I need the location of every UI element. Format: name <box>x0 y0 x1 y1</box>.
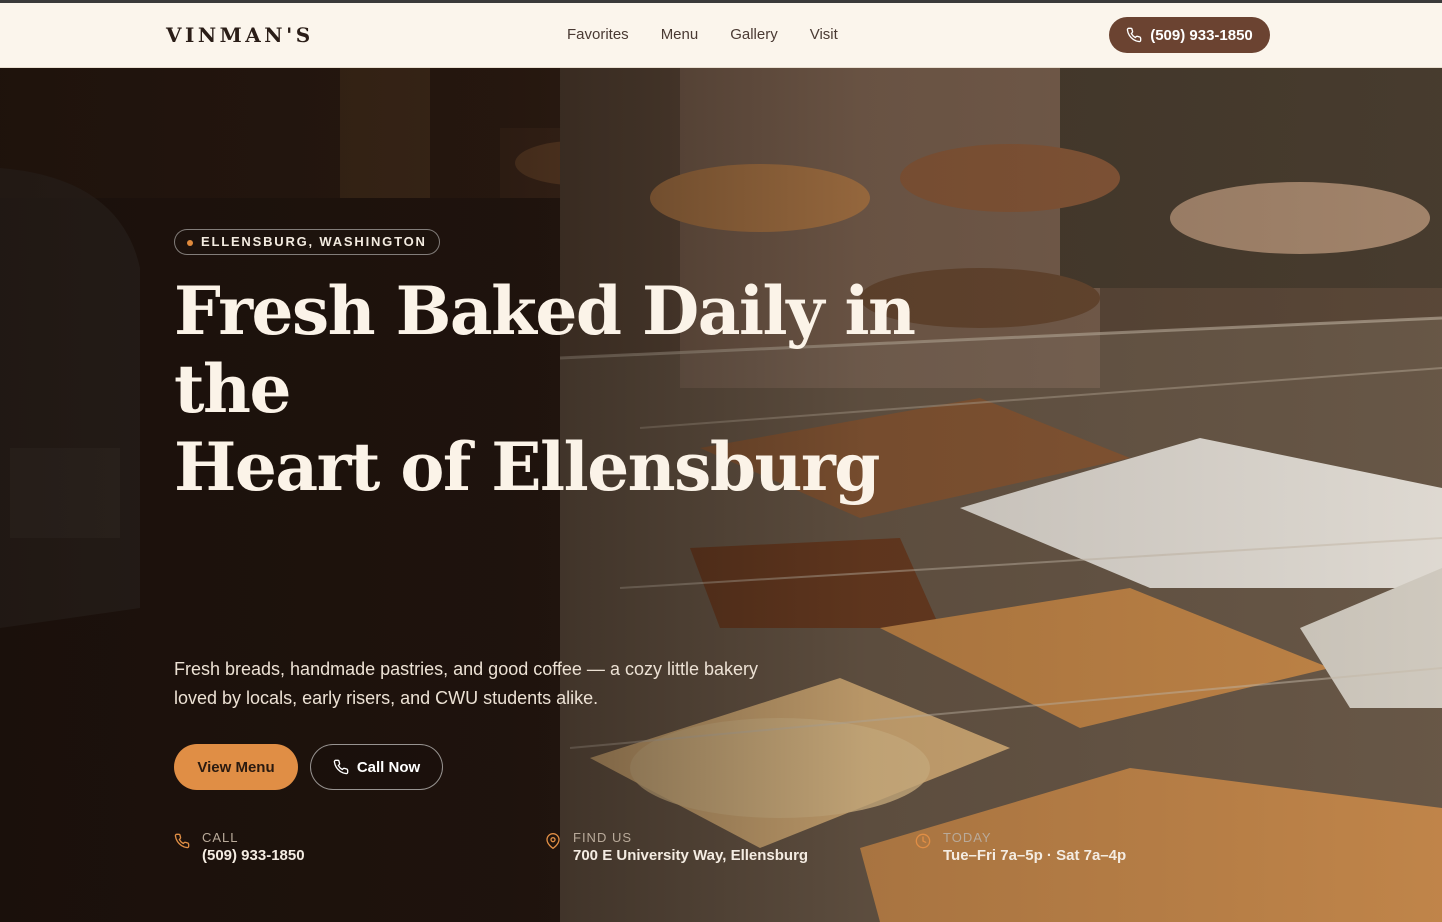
badge-dot <box>187 240 193 246</box>
nav-gallery[interactable]: Gallery <box>730 26 778 43</box>
nav-menu[interactable]: Menu <box>661 26 699 43</box>
info-today-value: Tue–Fri 7a–5p · Sat 7a–4p <box>943 847 1127 864</box>
hero-headline: Fresh Baked Daily in the Heart of Ellens… <box>174 272 974 506</box>
location-badge-text: ELLENSBURG, WASHINGTON <box>201 234 427 249</box>
main-nav: Favorites Menu Gallery Visit <box>567 26 838 43</box>
info-today-label: TODAY <box>943 830 992 845</box>
phone-icon <box>1126 27 1142 43</box>
info-find-value: 700 E University Way, Ellensburg <box>573 847 809 864</box>
site-header: VINMAN'S Favorites Menu Gallery Visit (5… <box>0 3 1442 68</box>
location-badge: ELLENSBURG, WASHINGTON <box>174 229 440 255</box>
info-call-label: CALL <box>202 830 239 845</box>
view-menu-button[interactable]: View Menu <box>174 744 298 790</box>
info-call[interactable]: CALL (509) 933-1850 <box>174 830 305 864</box>
info-today: TODAY Tue–Fri 7a–5p · Sat 7a–4p <box>915 830 1126 864</box>
nav-visit[interactable]: Visit <box>810 26 838 43</box>
phone-icon <box>333 759 349 775</box>
header-call-button[interactable]: (509) 933-1850 <box>1109 17 1270 53</box>
info-call-value: (509) 933-1850 <box>202 847 305 864</box>
brand-logo[interactable]: VINMAN'S <box>166 23 314 47</box>
headline-line-2: Heart of Ellensburg <box>174 428 880 506</box>
headline-line-1: Fresh Baked Daily in the <box>174 272 916 428</box>
nav-favorites[interactable]: Favorites <box>567 26 629 43</box>
call-now-button[interactable]: Call Now <box>310 744 443 790</box>
header-phone-label: (509) 933-1850 <box>1150 26 1253 44</box>
map-pin-icon <box>546 833 560 849</box>
phone-icon <box>174 833 190 849</box>
info-find-us[interactable]: FIND US 700 E University Way, Ellensburg <box>545 830 808 864</box>
call-now-label: Call Now <box>356 758 421 776</box>
hero-subtitle: Fresh breads, handmade pastries, and goo… <box>174 659 758 708</box>
info-find-label: FIND US <box>573 830 632 845</box>
hero: ELLENSBURG, WASHINGTON Fresh Baked Daily… <box>0 68 1442 922</box>
clock-icon <box>915 833 931 849</box>
